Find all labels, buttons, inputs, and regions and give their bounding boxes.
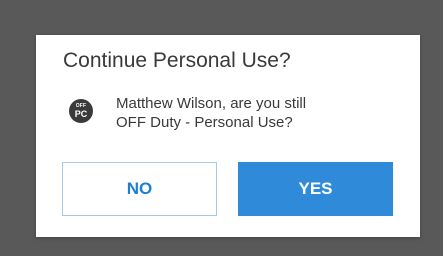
off-duty-personal-use-icon: OFF PC [69, 99, 93, 123]
dialog-message: Matthew Wilson, are you still OFF Duty -… [116, 94, 306, 132]
status-icon-top-text: OFF [75, 102, 87, 109]
status-icon-bottom-text: PC [74, 108, 88, 119]
no-button[interactable]: NO [62, 162, 217, 216]
dialog-message-line-1: Matthew Wilson, are you still [116, 95, 307, 112]
personal-use-dialog: Continue Personal Use? OFF PC Matthew Wi… [36, 35, 420, 237]
yes-button[interactable]: YES [238, 162, 393, 216]
dialog-message-line-2: OFF Duty - Personal Use? [116, 114, 293, 131]
dialog-title: Continue Personal Use? [63, 49, 291, 72]
